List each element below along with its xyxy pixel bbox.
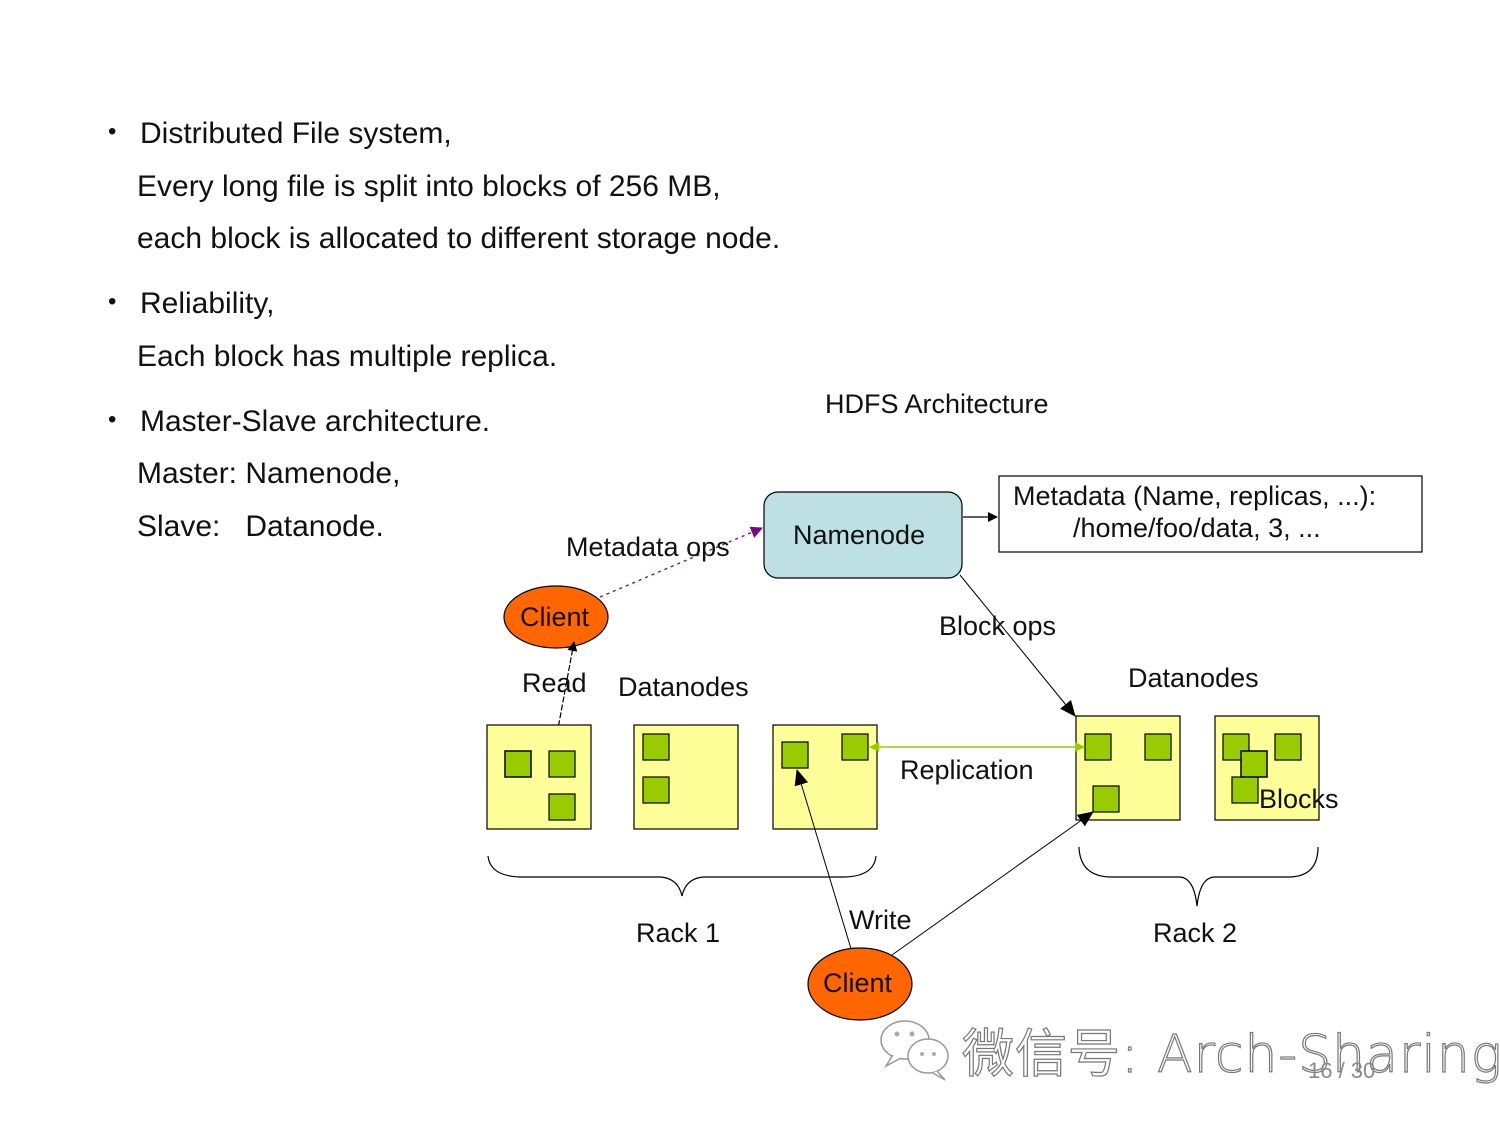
block xyxy=(1092,785,1120,813)
page-number: 16 / 30 xyxy=(1308,1058,1376,1083)
block xyxy=(781,741,809,769)
namenode-label: Namenode xyxy=(793,520,926,550)
blocks-label: Blocks xyxy=(1259,784,1339,814)
metadata-line-2: /home/foo/data, 3, ... xyxy=(1073,513,1321,543)
client-top-label: Client xyxy=(520,602,590,632)
block xyxy=(1274,733,1302,761)
block xyxy=(1240,750,1268,778)
rack-2-label: Rack 2 xyxy=(1153,918,1238,948)
block xyxy=(1144,733,1172,761)
metadata-ops-label: Metadata ops xyxy=(566,532,730,562)
block xyxy=(841,733,869,761)
read-label: Read xyxy=(522,668,587,698)
rack-1-brace xyxy=(487,855,877,897)
datanodes-left-label: Datanodes xyxy=(618,672,749,702)
watermark-text: 微信号: Arch-Sharing xyxy=(961,1024,1500,1085)
rack-2-brace xyxy=(1078,846,1319,907)
write-label: Write xyxy=(849,905,912,935)
block xyxy=(642,733,670,761)
datanode-4 xyxy=(1075,715,1181,821)
replication-label: Replication xyxy=(900,755,1034,785)
rack-1-label: Rack 1 xyxy=(636,918,721,948)
block xyxy=(548,750,576,778)
metadata-line-1: Metadata (Name, replicas, ...): xyxy=(1013,481,1377,511)
block xyxy=(504,750,532,778)
client-bottom-label: Client xyxy=(823,968,893,998)
block xyxy=(642,776,670,804)
datanodes-right-label: Datanodes xyxy=(1128,663,1259,693)
wechat-icon xyxy=(880,1020,949,1081)
hdfs-architecture-diagram xyxy=(486,475,1423,1081)
write-arrow-rack2 xyxy=(891,811,1094,956)
block-ops-label: Block ops xyxy=(939,611,1057,641)
diagram-title: HDFS Architecture xyxy=(825,389,1049,419)
block xyxy=(1231,776,1259,804)
block-ops-arrow xyxy=(959,574,1076,717)
block xyxy=(1084,733,1112,761)
block xyxy=(548,793,576,821)
